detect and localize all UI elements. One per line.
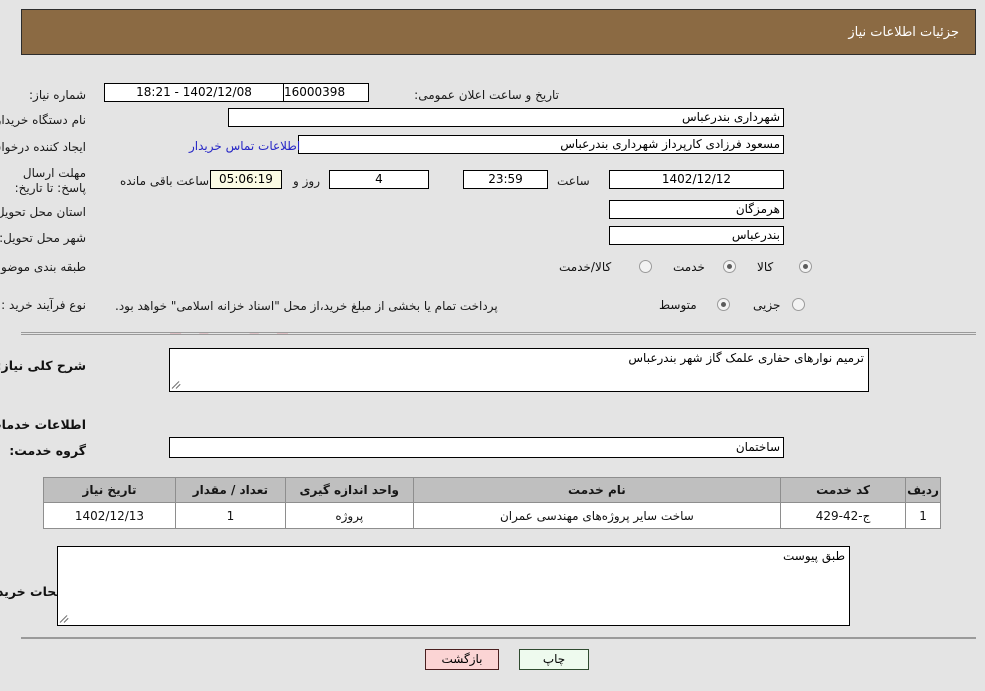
services-heading: اطلاعات خدمات مورد نیاز	[0, 417, 87, 432]
th-unit: واحد اندازه گیری	[285, 477, 415, 503]
page-title-bar: جزئیات اطلاعات نیاز	[22, 9, 977, 55]
cell-name: ساخت سایر پروژه‌های مهندسی عمران	[413, 502, 783, 529]
cell-code: ج-42-429	[781, 502, 908, 529]
summary-value: ترمیم نوارهای حفاری علمک گاز شهر بندرعبا…	[629, 351, 865, 365]
cell-row: 1	[906, 502, 942, 529]
table-header-row: ردیف کد خدمت نام خدمت واحد اندازه گیری ت…	[44, 477, 942, 503]
need-info-panel	[22, 63, 977, 333]
radio-label-category-2: کالا/خدمت	[560, 260, 613, 274]
creator-value: مسعود فرزادی کارپرداز شهرداری بندرعباس	[299, 135, 785, 154]
city-label: شهر محل تحویل:	[0, 231, 87, 245]
radio-label-process-1: متوسط	[660, 298, 698, 312]
resize-grip-icon[interactable]	[172, 379, 184, 390]
table-row: 1 ج-42-429 ساخت سایر پروژه‌های مهندسی عم…	[44, 502, 942, 529]
remaining-days-label: روز و	[294, 174, 321, 188]
buyer-notes-textarea[interactable]: طبق پیوست	[58, 546, 851, 626]
radio-category-kala-khedmat[interactable]	[640, 260, 653, 273]
summary-textarea[interactable]: ترمیم نوارهای حفاری علمک گاز شهر بندرعبا…	[170, 348, 870, 392]
radio-label-process-0: جزیی	[754, 298, 782, 312]
buyer-contact-link[interactable]: اطلاعات تماس خریدار	[190, 139, 301, 153]
th-row: ردیف	[906, 477, 942, 503]
radio-label-category-1: خدمت	[674, 260, 706, 274]
cell-qty: 1	[175, 502, 287, 529]
category-label: طبقه بندی موضوعی:	[0, 260, 87, 274]
radio-process-jozii[interactable]	[793, 298, 806, 311]
cell-date: 1402/12/13	[44, 502, 177, 529]
services-table: ردیف کد خدمت نام خدمت واحد اندازه گیری ت…	[44, 477, 942, 529]
treasury-note: پرداخت تمام یا بخشی از مبلغ خرید،از محل …	[116, 299, 499, 313]
th-code: کد خدمت	[781, 477, 908, 503]
radio-process-motevasset[interactable]	[718, 298, 731, 311]
announce-value: 1402/12/08 - 18:21	[105, 83, 285, 102]
back-button[interactable]: بازگشت	[426, 649, 500, 670]
service-group-label: گروه خدمت:	[10, 443, 87, 458]
remaining-time-value: 05:06:19	[211, 170, 283, 189]
process-label: نوع فرآیند خرید :	[2, 298, 87, 312]
service-group-value: ساختمان	[170, 437, 785, 458]
buyer-notes-value: طبق پیوست	[784, 549, 846, 563]
summary-label: شرح کلی نیاز:	[0, 358, 87, 373]
resize-grip-icon[interactable]	[60, 613, 72, 624]
deadline-date-value: 1402/12/12	[610, 170, 785, 189]
print-button[interactable]: چاپ	[520, 649, 590, 670]
buyer-org-label: نام دستگاه خریدار:	[0, 113, 87, 127]
announce-label: تاریخ و ساعت اعلان عمومی:	[415, 88, 560, 102]
th-name: نام خدمت	[413, 477, 783, 503]
city-value: بندرعباس	[610, 226, 785, 245]
creator-label: ایجاد کننده درخواست:	[0, 140, 87, 154]
radio-category-kala[interactable]	[800, 260, 813, 273]
deadline-hour-label: ساعت	[558, 174, 591, 188]
deadline-label: مهلت ارسال پاسخ: تا تاریخ:	[15, 166, 87, 195]
deadline-time-value: 23:59	[464, 170, 549, 189]
page-title: جزئیات اطلاعات نیاز	[849, 24, 960, 40]
th-qty: تعداد / مقدار	[175, 477, 287, 503]
remaining-time-label: ساعت باقی مانده	[121, 174, 211, 188]
province-value: هرمزگان	[610, 200, 785, 219]
th-date: تاریخ نیاز	[44, 477, 177, 503]
buyer-org-value: شهرداری بندرعباس	[229, 108, 785, 127]
remaining-days-value: 4	[330, 170, 430, 189]
radio-label-category-0: کالا	[758, 260, 775, 274]
page-root: جزئیات اطلاعات نیاز شماره نیاز: 11020049…	[0, 0, 985, 691]
radio-category-khedmat[interactable]	[724, 260, 737, 273]
province-label: استان محل تحویل:	[0, 205, 87, 219]
cell-unit: پروژه	[285, 502, 415, 529]
